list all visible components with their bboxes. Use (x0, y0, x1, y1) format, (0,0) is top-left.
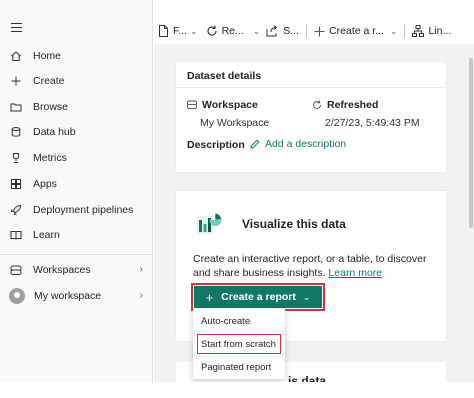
refresh-button[interactable]: Re... (202, 18, 248, 44)
create-report-label: Create a report (221, 291, 296, 303)
toolbar-divider (306, 24, 308, 38)
nav-item-data-hub[interactable]: Data hub (0, 121, 153, 143)
nav-item-label: Metrics (33, 152, 67, 164)
apps-icon (10, 178, 22, 190)
nav-item-my-workspace[interactable]: My workspace › (0, 285, 153, 307)
chevron-down-icon: ⌄ (389, 25, 398, 36)
left-nav: Home Create Browse Data hub Metrics Apps (0, 0, 153, 382)
refreshed-value: 2/27/23, 5:49:43 PM (325, 117, 420, 129)
refreshed-field-label: Refreshed (312, 99, 378, 111)
database-icon (10, 126, 22, 138)
chevron-right-icon: › (139, 264, 143, 275)
share-label: S... (283, 25, 300, 37)
nav-item-metrics[interactable]: Metrics (0, 147, 153, 169)
chevron-down-icon: ⌄ (302, 291, 311, 302)
refresh-label: Re... (221, 25, 244, 37)
share-button[interactable]: S... (262, 18, 303, 44)
refresh-icon (207, 25, 217, 36)
file-menu-label: F... (173, 25, 188, 37)
nav-item-deployment-pipelines[interactable]: Deployment pipelines (0, 199, 153, 221)
content-scrollbar[interactable] (468, 44, 474, 382)
file-icon (159, 25, 168, 37)
pencil-icon (250, 139, 260, 149)
refreshed-label: Refreshed (327, 99, 379, 111)
create-report-toolbar-label: Create a r... (329, 25, 384, 37)
trophy-icon (10, 152, 22, 164)
report-illustration-icon (197, 213, 222, 234)
plus-icon (10, 75, 22, 87)
learn-more-link[interactable]: Learn more (328, 267, 382, 279)
nav-divider (0, 254, 153, 255)
nav-item-home[interactable]: Home (0, 45, 153, 67)
nav-item-label: Data hub (33, 126, 76, 138)
card-divider (176, 87, 446, 88)
visualize-description-text: Create an interactive report, or a table… (193, 253, 427, 279)
rocket-icon (10, 204, 22, 216)
nav-item-create[interactable]: Create (0, 70, 153, 92)
menu-item-start-from-scratch[interactable]: Start from scratch (197, 334, 281, 354)
toolbar: F... ⌄ Re... ⌄ S... Create a r... ⌄ Lin.… (154, 18, 474, 44)
chevron-right-icon: › (139, 290, 143, 301)
scrollbar-thumb[interactable] (469, 58, 473, 228)
bottom-edge (0, 382, 474, 398)
nav-item-label: Create (33, 75, 65, 87)
book-icon (10, 229, 22, 241)
chevron-down-icon: ⌄ (252, 25, 261, 36)
lineage-label: Lin... (428, 25, 452, 37)
nav-item-label: Home (33, 50, 62, 62)
nav-item-learn[interactable]: Learn (0, 224, 153, 246)
add-description-label: Add a description (265, 138, 347, 150)
nav-item-label: Apps (33, 178, 57, 190)
nav-item-label: Learn (33, 229, 60, 241)
visualize-title: Visualize this data (242, 217, 346, 231)
nav-item-label: Workspaces (33, 264, 91, 276)
nav-item-apps[interactable]: Apps (0, 173, 153, 195)
nav-item-label: Deployment pipelines (33, 204, 134, 216)
share-icon (266, 25, 278, 37)
description-label: Description (187, 139, 245, 151)
toolbar-divider (404, 24, 406, 38)
folder-icon (10, 101, 22, 113)
menu-item-paginated-report[interactable]: Paginated report (193, 357, 285, 377)
add-description-link[interactable]: Add a description (250, 138, 346, 150)
chevron-down-icon: ⌄ (190, 25, 198, 36)
nav-item-label: My workspace (34, 290, 102, 302)
refresh-icon (313, 100, 321, 109)
workspace-label: Workspace (202, 99, 258, 111)
workspace-field-label: Workspace (187, 99, 258, 111)
create-report-button[interactable]: + Create a report ⌄ (191, 283, 325, 311)
workspace-icon (187, 100, 197, 109)
plus-icon (314, 26, 325, 36)
nav-item-label: Browse (33, 101, 69, 113)
refresh-dropdown[interactable]: ⌄ (248, 18, 263, 44)
avatar (9, 288, 25, 304)
file-menu-button[interactable]: F... ⌄ (154, 18, 202, 44)
create-report-toolbar-button[interactable]: Create a r... ⌄ (310, 18, 401, 44)
hamburger-menu-icon[interactable] (11, 23, 22, 32)
dataset-details-card: Dataset details Workspace My Workspace R… (176, 62, 446, 172)
lineage-button[interactable]: Lin... (408, 18, 455, 44)
visualize-description: Create an interactive report, or a table… (193, 252, 443, 280)
dataset-details-title: Dataset details (187, 70, 262, 82)
menu-item-auto-create[interactable]: Auto-create (193, 311, 285, 331)
workspace-value: My Workspace (200, 117, 270, 129)
plus-icon: + (205, 289, 214, 305)
create-report-menu: Auto-create Start from scratch Paginated… (193, 309, 285, 379)
home-icon (10, 50, 22, 62)
nav-item-browse[interactable]: Browse (0, 96, 153, 118)
lineage-icon (412, 25, 425, 37)
next-card-title: is data (288, 374, 327, 382)
nav-item-workspaces[interactable]: Workspaces › (0, 259, 153, 281)
workspaces-icon (10, 264, 22, 276)
